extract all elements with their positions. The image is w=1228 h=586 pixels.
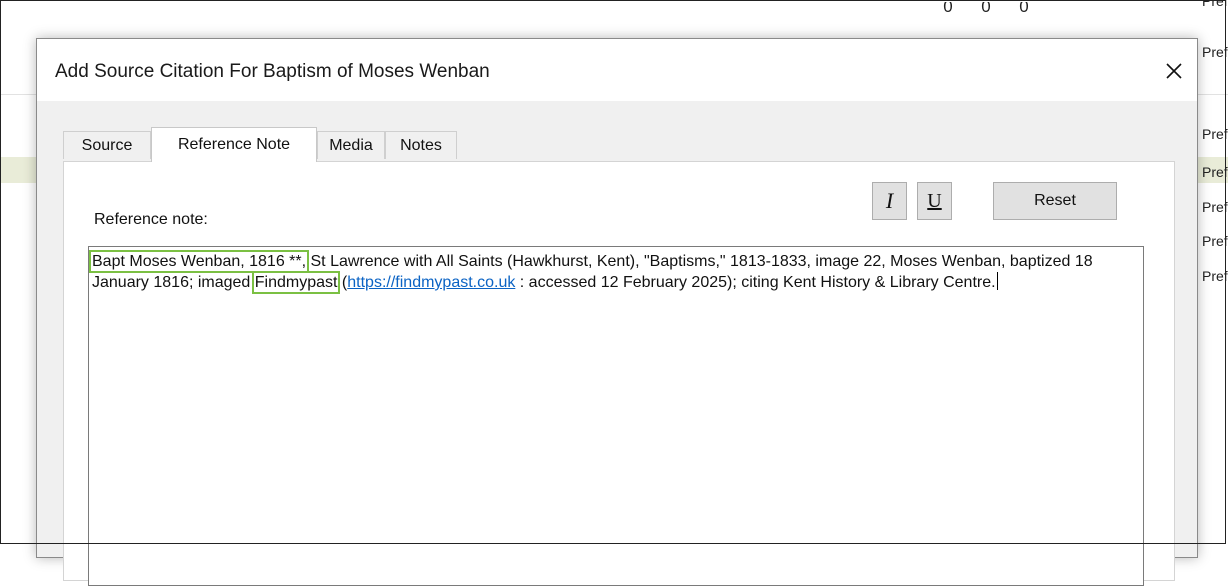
note-text: (: [337, 274, 348, 291]
tab-reference-note[interactable]: Reference Note: [151, 127, 317, 162]
background-count: 0: [981, 2, 991, 14]
dialog-title-bar: Add Source Citation For Baptism of Moses…: [37, 39, 1197, 101]
reference-note-label: Reference note:: [94, 211, 208, 228]
highlighted-website-name: Findmypast: [251, 271, 341, 294]
text-caret: [996, 272, 998, 290]
highlighted-short-title: Bapt Moses Wenban, 1816 **,: [88, 250, 310, 273]
note-text: : accessed 12 February 2025); citing Ken…: [515, 274, 996, 291]
reference-note-panel: Reference note: I U Reset Bapt Moses Wen…: [63, 161, 1175, 586]
background-status-column: Preferred Prefer Prefe Prefe Prefe Prefe…: [1200, 0, 1228, 546]
tab-source[interactable]: Source: [63, 131, 151, 159]
background-status-cell: Preferred: [1202, 0, 1228, 9]
background-status-cell: Prefe: [1202, 268, 1228, 284]
dialog-client-area: Source Reference Note Media Notes Refere…: [37, 101, 1197, 586]
background-status-cell: Prefe: [1202, 199, 1228, 215]
underline-button[interactable]: U: [917, 182, 952, 220]
background-count: 0: [943, 2, 953, 14]
reset-button[interactable]: Reset: [993, 182, 1117, 220]
background-status-cell: Prefer: [1202, 44, 1228, 60]
background-status-cell: Prefe: [1202, 126, 1228, 142]
background-count-cells: 0 0 0: [930, 2, 1044, 14]
reference-note-textarea[interactable]: Bapt Moses Wenban, 1816 **, St Lawrence …: [88, 246, 1144, 586]
background-status-cell: Prefe: [1202, 164, 1228, 180]
dialog-title: Add Source Citation For Baptism of Moses…: [55, 61, 490, 82]
close-button[interactable]: [1151, 51, 1197, 91]
background-count: 0: [1019, 2, 1029, 14]
tab-notes[interactable]: Notes: [385, 131, 457, 159]
findmypast-link[interactable]: https://findmypast.co.uk: [347, 274, 515, 291]
tab-media[interactable]: Media: [317, 131, 385, 159]
add-source-citation-dialog: Add Source Citation For Baptism of Moses…: [36, 38, 1198, 586]
close-icon: [1166, 63, 1182, 79]
italic-button[interactable]: I: [872, 182, 907, 220]
background-status-cell: Prefe: [1202, 233, 1228, 249]
